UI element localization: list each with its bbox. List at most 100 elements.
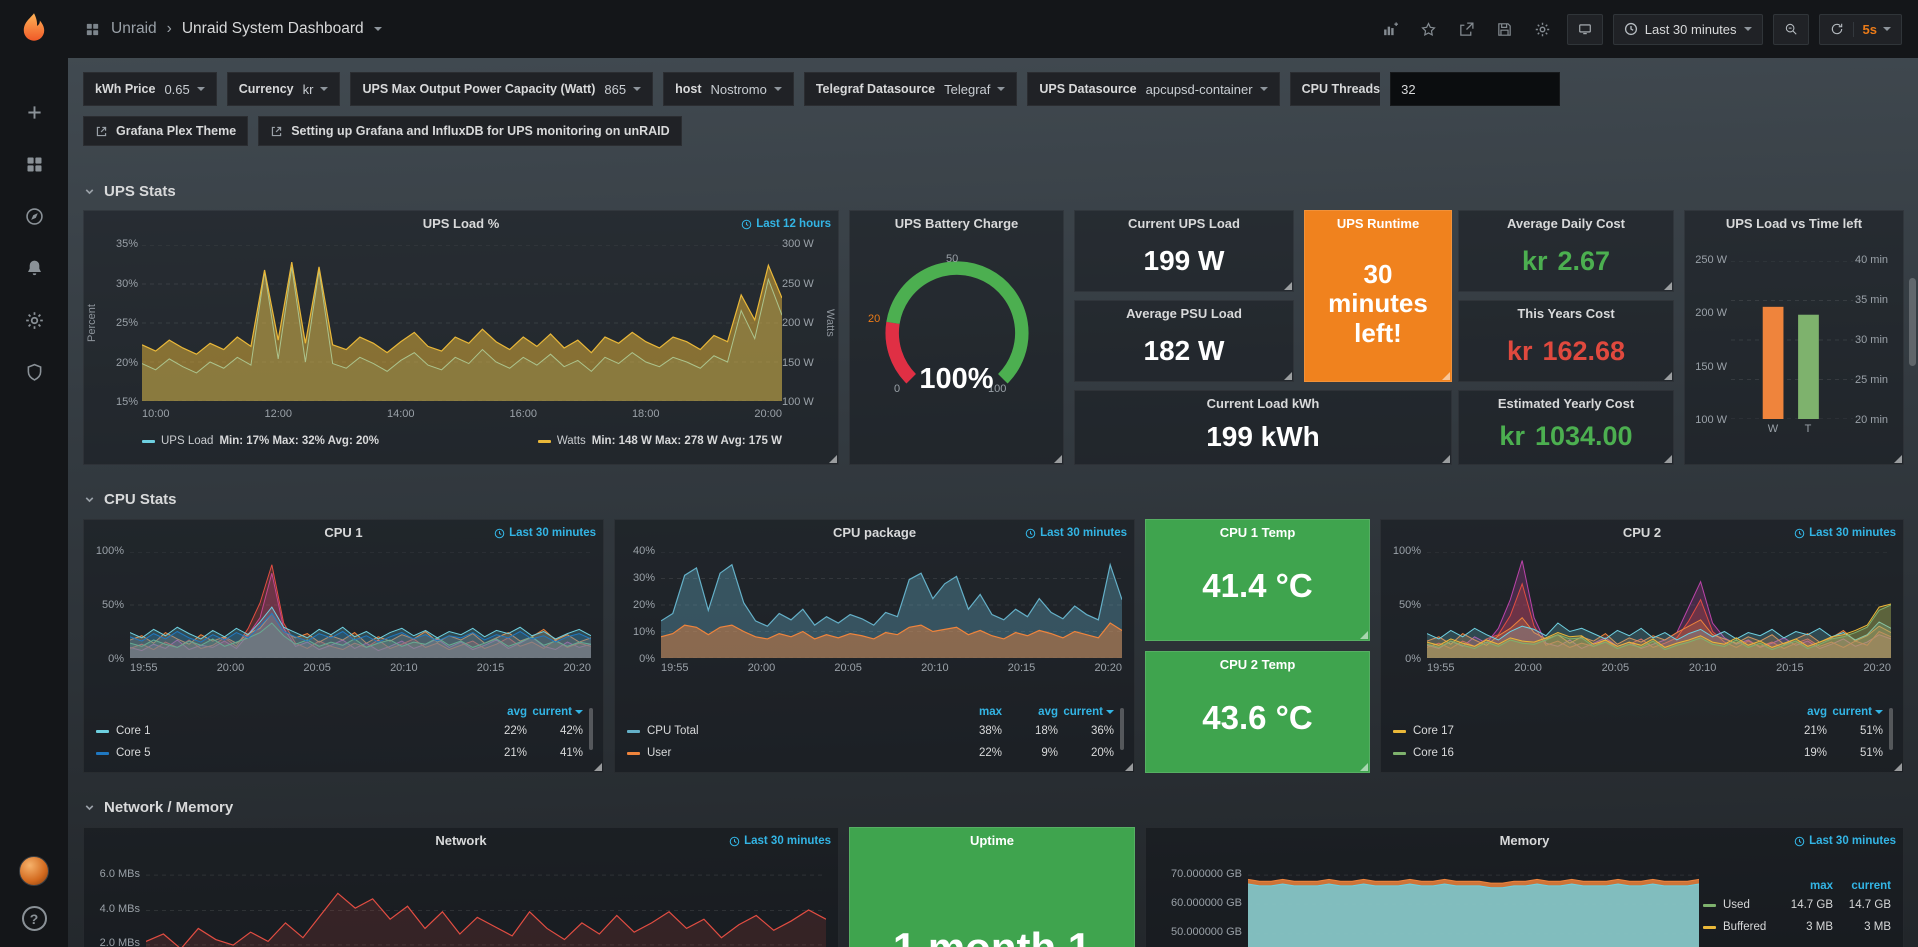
resize-handle[interactable]: [1442, 372, 1450, 380]
alerting-icon[interactable]: [22, 256, 46, 280]
panel-time-override[interactable]: Last 30 minutes: [729, 835, 831, 847]
resize-handle[interactable]: [1894, 455, 1902, 463]
legend-col-current[interactable]: current: [1833, 880, 1891, 892]
variable-value[interactable]: kr: [303, 82, 314, 97]
cpu1-plot[interactable]: [130, 552, 591, 658]
variable-value[interactable]: 865: [604, 82, 626, 97]
refresh-interval-label[interactable]: 5s: [1863, 22, 1877, 37]
create-icon[interactable]: [22, 100, 46, 124]
legend-scrollbar[interactable]: [589, 708, 593, 750]
refresh-picker[interactable]: 5s: [1819, 14, 1902, 45]
star-button[interactable]: [1415, 15, 1443, 43]
panel-title[interactable]: UPS Load vs Time left: [1685, 211, 1903, 237]
legend-series-name[interactable]: UPS Load: [161, 435, 213, 447]
legend-col-current[interactable]: current: [1827, 706, 1883, 718]
page-scrollbar-thumb[interactable]: [1909, 278, 1916, 366]
panel-title[interactable]: Current UPS Load: [1075, 211, 1293, 237]
legend-series[interactable]: Core 5: [96, 747, 471, 759]
legend-col-avg[interactable]: avg: [1002, 706, 1058, 718]
variable-value[interactable]: Nostromo: [710, 82, 766, 97]
panel-title[interactable]: UPS Runtime: [1305, 211, 1451, 237]
legend-item[interactable]: WattsMin: 148 W Max: 278 W Avg: 175 W: [538, 435, 782, 447]
resize-handle[interactable]: [1054, 455, 1062, 463]
panel-title[interactable]: CPU 2 Temp: [1146, 652, 1369, 678]
panel-title[interactable]: Memory: [1146, 828, 1903, 854]
ups-load-plot[interactable]: [142, 245, 782, 401]
panel-title[interactable]: Uptime: [850, 828, 1134, 854]
resize-handle[interactable]: [1664, 282, 1672, 290]
legend-item[interactable]: UPS LoadMin: 17% Max: 32% Avg: 20%: [142, 435, 379, 447]
legend-scrollbar[interactable]: [1889, 708, 1893, 750]
zoom-out-button[interactable]: [1773, 14, 1809, 45]
variable-value[interactable]: apcupsd-container: [1146, 82, 1253, 97]
variable-ups-datasource[interactable]: UPS Datasourceapcupsd-container: [1027, 72, 1279, 106]
link-grafana-plex-theme[interactable]: Grafana Plex Theme: [83, 116, 248, 146]
variable-telegraf-datasource[interactable]: Telegraf DatasourceTelegraf: [804, 72, 1018, 106]
legend-col-current[interactable]: current: [527, 706, 583, 718]
panel-title[interactable]: UPS Battery Charge: [850, 211, 1063, 237]
legend-series[interactable]: Core 16: [1393, 747, 1771, 759]
cycle-view-mode-button[interactable]: [1567, 14, 1603, 45]
variable-kwh-price[interactable]: kWh Price0.65: [83, 72, 217, 106]
legend-series[interactable]: Buffered: [1703, 921, 1775, 933]
help-icon[interactable]: ?: [22, 906, 47, 931]
time-range-picker[interactable]: Last 30 minutes: [1613, 14, 1763, 45]
breadcrumb-current[interactable]: Unraid System Dashboard: [182, 20, 364, 38]
grafana-logo[interactable]: [0, 0, 68, 58]
cpu-threads-input[interactable]: 32: [1390, 72, 1560, 106]
explore-icon[interactable]: [22, 204, 46, 228]
panel-title[interactable]: Average Daily Cost: [1459, 211, 1673, 237]
resize-handle[interactable]: [1125, 763, 1133, 771]
legend-series[interactable]: User: [627, 747, 946, 759]
resize-handle[interactable]: [829, 455, 837, 463]
panel-time-override[interactable]: Last 30 minutes: [494, 527, 596, 539]
resize-handle[interactable]: [1360, 631, 1368, 639]
legend-scrollbar[interactable]: [1120, 708, 1124, 750]
panel-time-override[interactable]: Last 30 minutes: [1794, 835, 1896, 847]
cpu2-plot[interactable]: [1427, 552, 1891, 658]
panel-time-override[interactable]: Last 30 minutes: [1025, 527, 1127, 539]
add-panel-button[interactable]: [1377, 15, 1405, 43]
legend-series[interactable]: Core 1: [96, 725, 471, 737]
share-button[interactable]: [1453, 15, 1481, 43]
legend-col-avg[interactable]: avg: [471, 706, 527, 718]
resize-handle[interactable]: [1360, 763, 1368, 771]
resize-handle[interactable]: [1664, 455, 1672, 463]
panel-title[interactable]: Average PSU Load: [1075, 301, 1293, 327]
panel-time-override[interactable]: Last 30 minutes: [1794, 527, 1896, 539]
dashboard-settings-button[interactable]: [1529, 15, 1557, 43]
variable-value[interactable]: 0.65: [164, 82, 189, 97]
section-cpu-stats[interactable]: CPU Stats: [83, 486, 177, 512]
dashboards-icon[interactable]: [22, 152, 46, 176]
user-avatar[interactable]: [19, 856, 49, 886]
cpu-package-plot[interactable]: [661, 552, 1122, 658]
legend-col-max[interactable]: max: [1775, 880, 1833, 892]
resize-handle[interactable]: [1664, 372, 1672, 380]
section-ups-stats[interactable]: UPS Stats: [83, 178, 176, 204]
variable-host[interactable]: hostNostromo: [663, 72, 794, 106]
legend-col-current[interactable]: current: [1058, 706, 1114, 718]
legend-series[interactable]: Core 17: [1393, 725, 1771, 737]
resize-handle[interactable]: [1442, 455, 1450, 463]
legend-series[interactable]: Used: [1703, 899, 1775, 911]
server-admin-shield-icon[interactable]: [22, 360, 46, 384]
save-button[interactable]: [1491, 15, 1519, 43]
variable-currency[interactable]: Currencykr: [227, 72, 341, 106]
variable-value[interactable]: Telegraf: [944, 82, 990, 97]
resize-handle[interactable]: [594, 763, 602, 771]
network-plot[interactable]: [146, 860, 826, 947]
breadcrumb[interactable]: Unraid › Unraid System Dashboard: [84, 20, 382, 38]
link-ups-monitoring-guide[interactable]: Setting up Grafana and InfluxDB for UPS …: [258, 116, 681, 146]
breadcrumb-root[interactable]: Unraid: [111, 20, 157, 38]
panel-title[interactable]: CPU 1 Temp: [1146, 520, 1369, 546]
panel-title[interactable]: Network: [84, 828, 838, 854]
resize-handle[interactable]: [1284, 372, 1292, 380]
panel-time-override[interactable]: Last 12 hours: [741, 218, 831, 230]
resize-handle[interactable]: [1894, 763, 1902, 771]
variable-ups-max-output[interactable]: UPS Max Output Power Capacity (Watt)865: [350, 72, 653, 106]
ups-load-vs-time-plot[interactable]: [1731, 261, 1853, 419]
legend-col-avg[interactable]: avg: [1771, 706, 1827, 718]
legend-series[interactable]: CPU Total: [627, 725, 946, 737]
panel-title[interactable]: UPS Load %: [84, 211, 838, 237]
legend-series-name[interactable]: Watts: [557, 435, 586, 447]
